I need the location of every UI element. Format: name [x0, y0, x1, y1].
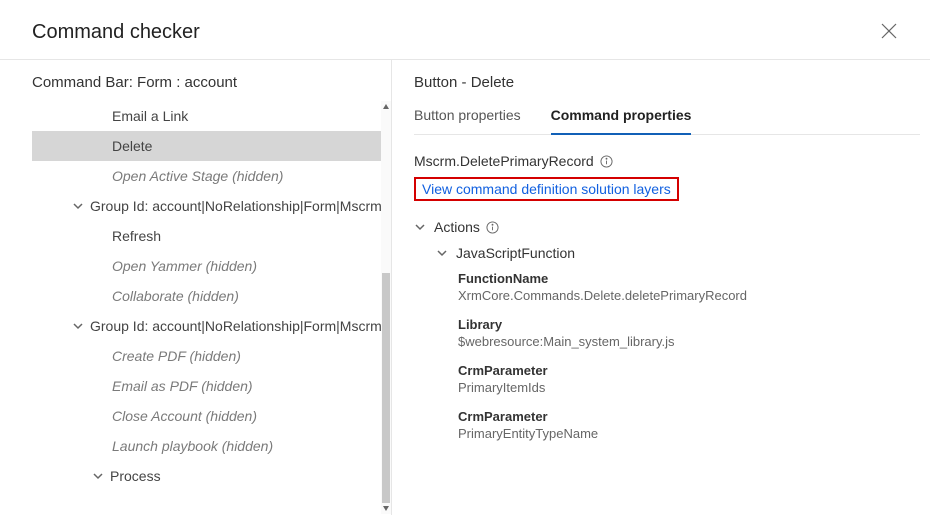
- tree-item[interactable]: Create PDF (hidden): [32, 341, 390, 371]
- actions-label: Actions: [434, 219, 480, 235]
- tree-group[interactable]: Process: [32, 461, 390, 491]
- jsfunction-row[interactable]: JavaScriptFunction: [436, 245, 920, 261]
- solution-layers-link-highlight: View command definition solution layers: [414, 177, 679, 201]
- property-value: PrimaryEntityTypeName: [458, 426, 920, 441]
- command-tree: Email a LinkDeleteOpen Active Stage (hid…: [32, 101, 390, 491]
- command-name-row: Mscrm.DeletePrimaryRecord: [414, 153, 920, 169]
- tree-group-label: Group Id: account|NoRelationship|Form|Ms…: [90, 198, 382, 214]
- info-icon[interactable]: [486, 221, 499, 234]
- property-label: CrmParameter: [458, 363, 920, 378]
- tab[interactable]: Command properties: [551, 101, 692, 135]
- dialog-title: Command checker: [32, 21, 200, 44]
- property-value: XrmCore.Commands.Delete.deletePrimaryRec…: [458, 288, 920, 303]
- property-label: FunctionName: [458, 271, 920, 286]
- properties-list: FunctionName XrmCore.Commands.Delete.dele…: [414, 271, 920, 441]
- property: Library $webresource:Main_system_library.…: [458, 317, 920, 349]
- scroll-thumb[interactable]: [382, 273, 390, 503]
- tree-group[interactable]: Group Id: account|NoRelationship|Form|Ms…: [32, 311, 390, 341]
- tree-item[interactable]: Email as PDF (hidden): [32, 371, 390, 401]
- chevron-down-icon: [72, 320, 84, 332]
- property: FunctionName XrmCore.Commands.Delete.dele…: [458, 271, 920, 303]
- tree-scrollbar[interactable]: [381, 101, 391, 514]
- scroll-up-button[interactable]: [381, 101, 391, 113]
- property-label: Library: [458, 317, 920, 332]
- tree-group[interactable]: Group Id: account|NoRelationship|Form|Ms…: [32, 191, 390, 221]
- right-panel: Button - Delete Button properties Command…: [392, 60, 930, 515]
- close-icon: [880, 28, 898, 43]
- tree-group-label: Process: [110, 468, 161, 484]
- tab[interactable]: Button properties: [414, 101, 521, 134]
- tree-item[interactable]: Delete: [32, 131, 390, 161]
- tree-item[interactable]: Collaborate (hidden): [32, 281, 390, 311]
- dialog-body: Command Bar: Form : account Email a Link…: [0, 60, 930, 515]
- property-value: PrimaryItemIds: [458, 380, 920, 395]
- tree-item[interactable]: Refresh: [32, 221, 390, 251]
- command-name: Mscrm.DeletePrimaryRecord: [414, 153, 594, 169]
- tree-item[interactable]: Email a Link: [32, 101, 390, 131]
- tree-item[interactable]: Close Account (hidden): [32, 401, 390, 431]
- chevron-down-icon: [414, 221, 426, 233]
- view-solution-layers-link[interactable]: View command definition solution layers: [422, 181, 671, 197]
- property: CrmParameter PrimaryItemIds: [458, 363, 920, 395]
- left-panel: Command Bar: Form : account Email a Link…: [0, 60, 392, 515]
- jsfunction-label: JavaScriptFunction: [456, 245, 575, 261]
- tabs: Button properties Command properties: [414, 101, 920, 135]
- chevron-down-icon: [92, 470, 104, 482]
- dialog-header: Command checker: [0, 0, 930, 60]
- scroll-down-button[interactable]: [381, 502, 391, 514]
- info-icon[interactable]: [600, 155, 613, 168]
- actions-row[interactable]: Actions: [414, 219, 920, 235]
- property: CrmParameter PrimaryEntityTypeName: [458, 409, 920, 441]
- command-bar-title: Command Bar: Form : account: [32, 74, 391, 91]
- tree-group-label: Group Id: account|NoRelationship|Form|Ms…: [90, 318, 382, 334]
- chevron-down-icon: [72, 200, 84, 212]
- tree-item[interactable]: Launch playbook (hidden): [32, 431, 390, 461]
- tree-item[interactable]: Open Active Stage (hidden): [32, 161, 390, 191]
- property-label: CrmParameter: [458, 409, 920, 424]
- property-value: $webresource:Main_system_library.js: [458, 334, 920, 349]
- tree-item[interactable]: Open Yammer (hidden): [32, 251, 390, 281]
- chevron-down-icon: [436, 247, 448, 259]
- command-tree-wrap: Email a LinkDeleteOpen Active Stage (hid…: [32, 101, 391, 514]
- button-title: Button - Delete: [414, 74, 920, 91]
- close-button[interactable]: [876, 18, 902, 47]
